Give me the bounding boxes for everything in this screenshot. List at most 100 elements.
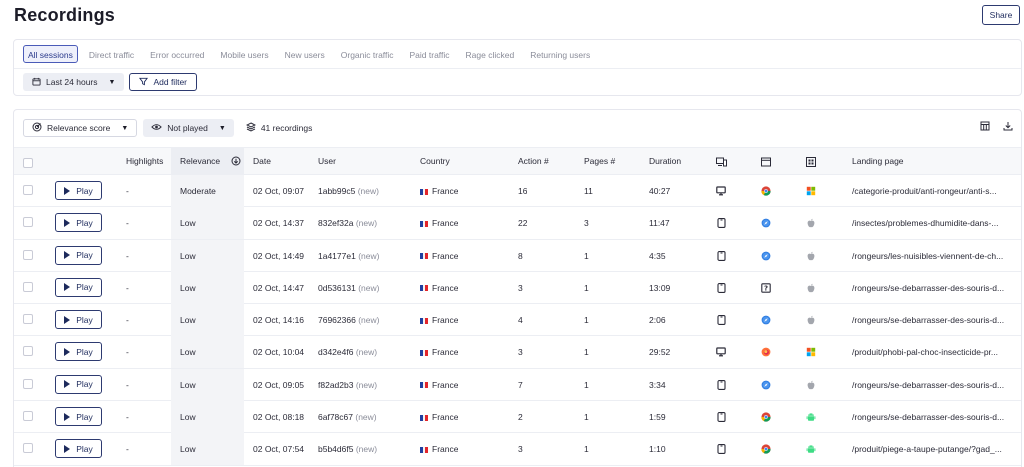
apple-icon bbox=[805, 314, 817, 326]
segment-tab[interactable]: Mobile users bbox=[215, 45, 273, 63]
sort-dropdown[interactable]: Relevance score ▼ bbox=[23, 119, 138, 137]
table-row[interactable]: Play - Low 02 Oct, 14:47 0d536131 (new) Franc… bbox=[14, 271, 1021, 305]
cell-user: 6af78c67 (new) bbox=[318, 401, 377, 433]
play-label: Play bbox=[76, 411, 93, 422]
row-checkbox[interactable] bbox=[23, 314, 33, 325]
column-duration[interactable]: Duration bbox=[649, 148, 681, 175]
cell-landing-page[interactable]: /insectes/problemes-dhumidite-dans-... bbox=[852, 207, 1017, 239]
cell-landing-page[interactable]: /rongeurs/se-debarrasser-des-souris-d... bbox=[852, 401, 1017, 433]
android-icon bbox=[805, 443, 817, 455]
column-country[interactable]: Country bbox=[420, 148, 450, 175]
cell-highlights: - bbox=[126, 347, 129, 358]
column-relevance[interactable]: Relevance bbox=[171, 148, 244, 175]
cell-country: France bbox=[420, 433, 458, 465]
play-button[interactable]: Play bbox=[55, 277, 102, 297]
row-checkbox[interactable] bbox=[23, 281, 33, 292]
user-id: 6af78c67 bbox=[318, 412, 353, 423]
segment-tab[interactable]: Error occurred bbox=[145, 45, 209, 63]
safari-icon bbox=[760, 379, 772, 391]
select-all-checkbox[interactable] bbox=[23, 158, 33, 168]
cell-landing-page[interactable]: /rongeurs/se-debarrasser-des-souris-d... bbox=[852, 369, 1017, 401]
play-button[interactable]: Play bbox=[55, 213, 102, 233]
cell-duration: 1:59 bbox=[649, 412, 666, 423]
column-landing-page[interactable]: Landing page bbox=[852, 148, 904, 175]
country-name: France bbox=[432, 315, 459, 326]
cell-relevance: Low bbox=[171, 304, 244, 337]
mobile-icon bbox=[715, 443, 727, 455]
sort-desc-icon[interactable] bbox=[231, 150, 241, 177]
france-flag-icon bbox=[420, 446, 429, 453]
row-checkbox[interactable] bbox=[23, 411, 33, 422]
apple-icon bbox=[805, 379, 817, 391]
play-button[interactable]: Play bbox=[55, 374, 102, 394]
columns-icon[interactable] bbox=[980, 121, 990, 133]
row-checkbox[interactable] bbox=[23, 346, 33, 357]
cell-highlights: - bbox=[126, 412, 129, 423]
play-button[interactable]: Play bbox=[55, 407, 102, 427]
row-checkbox[interactable] bbox=[23, 217, 33, 228]
played-filter-dropdown[interactable]: Not played ▼ bbox=[143, 119, 234, 137]
segment-tab[interactable]: Returning users bbox=[525, 45, 595, 63]
apple-icon bbox=[805, 217, 817, 229]
mobile-icon bbox=[715, 314, 727, 326]
cell-date: 02 Oct, 09:05 bbox=[253, 379, 305, 390]
cell-landing-page[interactable]: /rongeurs/se-debarrasser-des-souris-d... bbox=[852, 304, 1017, 336]
cell-pages: 1 bbox=[584, 347, 589, 358]
column-highlights[interactable]: Highlights bbox=[126, 148, 163, 175]
table-row[interactable]: Play - Moderate 02 Oct, 09:07 1abb99c5 (new)… bbox=[14, 175, 1021, 208]
segment-tab[interactable]: Rage clicked bbox=[461, 45, 520, 63]
mobile-icon bbox=[715, 282, 727, 294]
new-user-badge: (new) bbox=[355, 412, 377, 423]
cell-landing-page[interactable]: /produit/phobi-pal-choc-insecticide-pr..… bbox=[852, 336, 1017, 368]
recordings-toolbar: Relevance score ▼ Not played ▼ 41 record… bbox=[23, 119, 312, 137]
user-id: 1abb99c5 bbox=[318, 186, 356, 196]
segment-tab[interactable]: New users bbox=[280, 45, 330, 63]
segment-tab[interactable]: Organic traffic bbox=[336, 45, 399, 63]
table-row[interactable]: Play - Low 02 Oct, 14:16 76962366 (new) Franc… bbox=[14, 304, 1021, 337]
segment-tab[interactable]: All sessions bbox=[23, 44, 78, 63]
add-filter-button[interactable]: Add filter bbox=[129, 73, 197, 91]
android-icon bbox=[805, 411, 817, 423]
france-flag-icon bbox=[420, 188, 429, 195]
table-row[interactable]: Play - Low 02 Oct, 09:05 f82ad2b3 (new) Franc… bbox=[14, 368, 1021, 402]
play-button[interactable]: Play bbox=[55, 245, 102, 265]
row-checkbox[interactable] bbox=[23, 249, 33, 260]
safari-icon bbox=[760, 217, 772, 229]
column-date[interactable]: Date bbox=[253, 148, 271, 175]
share-button[interactable]: Share bbox=[982, 5, 1020, 25]
cell-user: 76962366 (new) bbox=[318, 304, 379, 336]
cell-user: 832ef32a (new) bbox=[318, 207, 377, 239]
column-pages[interactable]: Pages # bbox=[584, 148, 615, 175]
play-label: Play bbox=[76, 443, 93, 454]
play-label: Play bbox=[76, 379, 93, 390]
row-checkbox[interactable] bbox=[23, 378, 33, 389]
play-button[interactable]: Play bbox=[55, 439, 102, 459]
cell-highlights: - bbox=[126, 379, 129, 390]
table-row[interactable]: Play - Low 02 Oct, 07:54 b5b4d6f5 (new) Franc… bbox=[14, 433, 1021, 466]
table-row[interactable]: Play - Low 02 Oct, 14:49 1a4177e1 (new) Franc… bbox=[14, 239, 1021, 272]
play-button[interactable]: Play bbox=[55, 310, 102, 330]
table-row[interactable]: Play - Low 02 Oct, 10:04 d342e4f6 (new) Franc… bbox=[14, 336, 1021, 369]
country-name: France bbox=[432, 186, 459, 196]
segment-tab[interactable]: Paid traffic bbox=[405, 45, 455, 63]
table-row[interactable]: Play - Low 02 Oct, 14:37 832ef32a (new) Franc… bbox=[14, 207, 1021, 240]
cell-user: f82ad2b3 (new) bbox=[318, 369, 377, 401]
row-checkbox[interactable] bbox=[23, 185, 33, 195]
column-actions[interactable]: Action # bbox=[518, 148, 549, 175]
column-user[interactable]: User bbox=[318, 148, 336, 175]
cell-actions: 8 bbox=[518, 250, 523, 261]
table-row[interactable]: Play - Low 02 Oct, 08:18 6af78c67 (new) Franc… bbox=[14, 401, 1021, 434]
date-range-dropdown[interactable]: Last 24 hours ▼ bbox=[23, 73, 125, 91]
cell-landing-page[interactable]: /categorie-produit/anti-rongeur/anti-s..… bbox=[852, 175, 1017, 207]
download-icon[interactable] bbox=[1003, 121, 1013, 133]
play-button[interactable]: Play bbox=[55, 342, 102, 362]
cell-landing-page[interactable]: /rongeurs/se-debarrasser-des-souris-d... bbox=[852, 272, 1017, 304]
cell-landing-page[interactable]: /rongeurs/les-nuisibles-viennent-de-ch..… bbox=[852, 240, 1017, 272]
chrome-icon bbox=[760, 185, 772, 197]
france-flag-icon bbox=[420, 382, 429, 389]
cell-pages: 1 bbox=[584, 282, 589, 293]
play-button[interactable]: Play bbox=[55, 181, 102, 200]
row-checkbox[interactable] bbox=[23, 443, 33, 454]
segment-tab[interactable]: Direct traffic bbox=[84, 45, 139, 63]
cell-landing-page[interactable]: /produit/piege-a-taupe-putange/?gad_... bbox=[852, 433, 1017, 465]
